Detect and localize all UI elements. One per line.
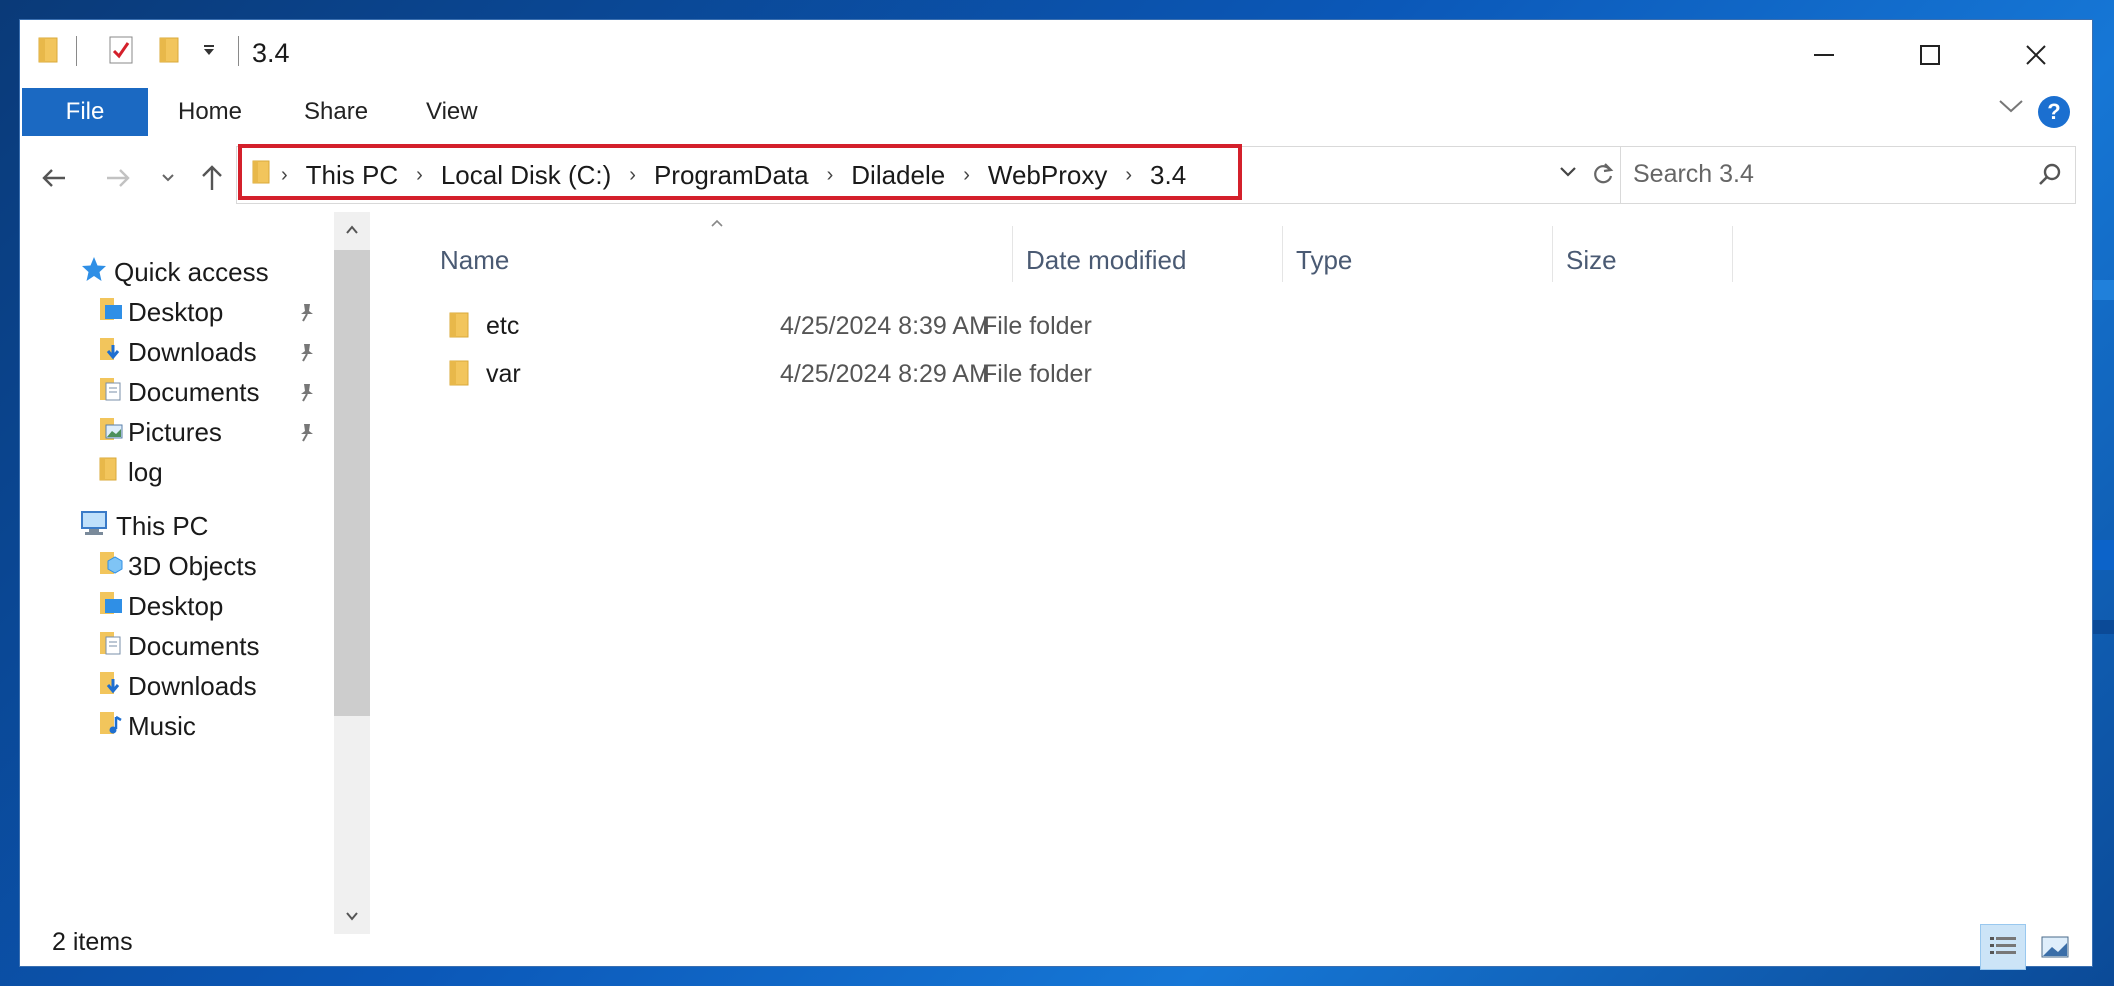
refresh-icon[interactable]: [1591, 161, 1615, 192]
desktop-folder-icon: [98, 295, 124, 330]
forward-arrow-icon[interactable]: [98, 158, 138, 198]
details-view-icon[interactable]: [1980, 924, 2026, 970]
folder-icon: [98, 455, 124, 490]
nav-label: Pictures: [128, 416, 222, 447]
file-type: File folder: [982, 360, 1092, 388]
nav-quick-access[interactable]: Quick access: [80, 252, 269, 292]
downloads-folder-icon: [98, 335, 124, 370]
sidebar-item-pc-desktop[interactable]: Desktop: [98, 586, 223, 626]
tab-view[interactable]: View: [426, 88, 478, 136]
pin-icon[interactable]: [298, 382, 316, 408]
navigation-pane: Quick access Desktop Downloads Documents: [20, 212, 372, 934]
search-input[interactable]: Search 3.4: [1633, 160, 1754, 189]
column-header-date[interactable]: Date modified: [1026, 238, 1186, 282]
help-button[interactable]: ?: [2038, 96, 2070, 128]
nav-label: Desktop: [128, 590, 224, 621]
3d-objects-folder-icon: [98, 549, 124, 584]
file-name: var: [486, 360, 521, 388]
back-arrow-icon[interactable]: [34, 158, 74, 198]
nav-label: Downloads: [128, 336, 257, 367]
search-box[interactable]: Search 3.4: [1620, 146, 2076, 204]
nav-label: Music: [128, 710, 196, 741]
computer-icon: [80, 509, 110, 544]
nav-label: Downloads: [128, 670, 257, 701]
folder-icon: [448, 310, 472, 347]
downloads-folder-icon: [98, 669, 124, 704]
nav-this-pc[interactable]: This PC: [80, 506, 208, 546]
star-icon: [80, 255, 108, 290]
file-date: 4/25/2024 8:29 AM: [780, 360, 990, 388]
sidebar-item-log[interactable]: log: [98, 452, 163, 492]
table-row[interactable]: etc 4/25/2024 8:39 AM File folder: [376, 304, 1376, 348]
documents-folder-icon: [98, 375, 124, 410]
status-bar: 2 items: [20, 920, 2092, 970]
nav-label: This PC: [116, 510, 209, 541]
column-divider[interactable]: [1552, 226, 1553, 282]
nav-label: Documents: [128, 376, 260, 407]
scrollbar-thumb[interactable]: [334, 250, 370, 716]
separator: [76, 36, 77, 66]
address-dropdown-icon[interactable]: [1559, 165, 1577, 183]
sidebar-item-3d-objects[interactable]: 3D Objects: [98, 546, 257, 586]
tab-share[interactable]: Share: [304, 88, 368, 136]
pin-icon[interactable]: [298, 342, 316, 368]
column-divider[interactable]: [1732, 226, 1733, 282]
sort-ascending-icon: [710, 212, 724, 233]
tab-home[interactable]: Home: [178, 88, 242, 136]
folder-icon: [36, 34, 60, 66]
folder-icon: [448, 358, 472, 395]
nav-label: 3D Objects: [128, 550, 257, 581]
nav-label: Desktop: [128, 296, 224, 327]
music-folder-icon: [98, 709, 124, 744]
table-row[interactable]: var 4/25/2024 8:29 AM File folder: [376, 352, 1376, 396]
file-name: etc: [486, 312, 520, 340]
up-arrow-icon[interactable]: [192, 158, 232, 198]
close-button[interactable]: [1984, 20, 2088, 90]
column-divider[interactable]: [1282, 226, 1283, 282]
maximize-button[interactable]: [1878, 20, 1982, 90]
pin-icon[interactable]: [298, 302, 316, 328]
nav-scrollbar[interactable]: [334, 212, 370, 934]
sidebar-item-pictures[interactable]: Pictures: [98, 412, 222, 452]
recent-locations-chevron-icon[interactable]: [154, 158, 182, 198]
scroll-up-icon[interactable]: [334, 212, 370, 248]
customize-toolbar-icon[interactable]: [198, 34, 220, 66]
column-divider[interactable]: [1012, 226, 1013, 282]
sidebar-item-pc-documents[interactable]: Documents: [98, 626, 260, 666]
new-folder-icon[interactable]: [156, 34, 182, 66]
column-header-type[interactable]: Type: [1296, 238, 1352, 282]
ribbon-tabs: File Home Share View ?: [20, 88, 2092, 136]
nav-label: Documents: [128, 630, 260, 661]
sidebar-item-documents[interactable]: Documents: [98, 372, 260, 412]
pin-icon[interactable]: [298, 422, 316, 448]
file-date: 4/25/2024 8:39 AM: [780, 312, 990, 340]
window-title: 3.4: [252, 38, 290, 68]
tab-file[interactable]: File: [22, 88, 148, 136]
file-type: File folder: [982, 312, 1092, 340]
sidebar-item-desktop[interactable]: Desktop: [98, 292, 223, 332]
large-icons-view-icon[interactable]: [2032, 924, 2078, 970]
file-explorer-window: 3.4 File Home Share View ? › This PC › L…: [20, 20, 2092, 970]
pictures-folder-icon: [98, 415, 124, 450]
sidebar-item-pc-downloads[interactable]: Downloads: [98, 666, 257, 706]
expand-ribbon-icon[interactable]: [1998, 98, 2024, 119]
separator: [238, 36, 239, 66]
nav-label: Quick access: [114, 256, 269, 287]
documents-folder-icon: [98, 629, 124, 664]
item-count: 2 items: [52, 928, 133, 956]
column-header-size[interactable]: Size: [1566, 238, 1617, 282]
title-bar: 3.4: [20, 20, 2092, 90]
nav-label: log: [128, 456, 163, 487]
desktop-folder-icon: [98, 589, 124, 624]
sidebar-item-downloads[interactable]: Downloads: [98, 332, 257, 372]
sidebar-item-music[interactable]: Music: [98, 706, 196, 746]
search-icon[interactable]: [2037, 161, 2063, 194]
address-highlight-box: [238, 144, 1242, 200]
column-header-name[interactable]: Name: [440, 238, 509, 282]
properties-icon[interactable]: [106, 34, 136, 66]
file-list: Name Date modified Type Size etc 4/25/20…: [376, 212, 2092, 934]
minimize-button[interactable]: [1772, 20, 1876, 90]
